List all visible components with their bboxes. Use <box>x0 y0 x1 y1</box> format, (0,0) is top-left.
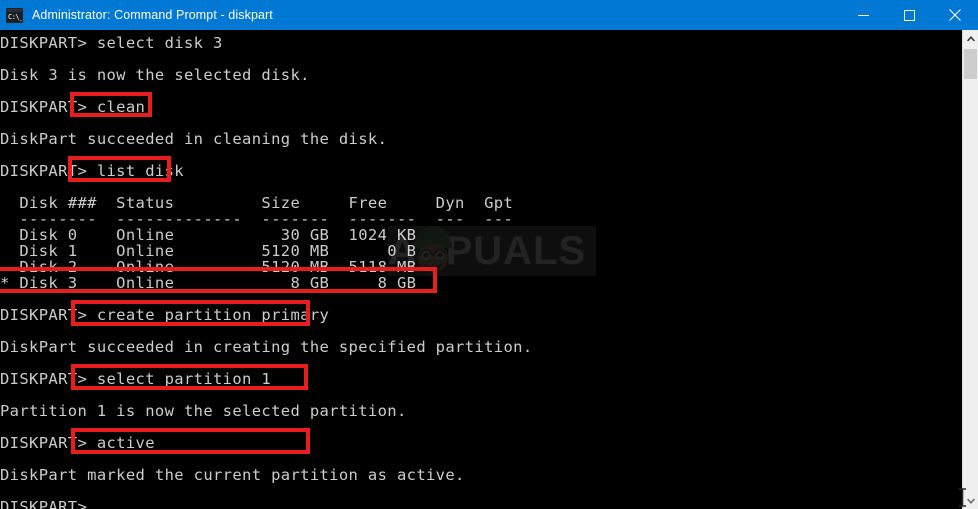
table-row-selected: * Disk 3 Online 8 GB 8 GB <box>0 274 417 292</box>
console-line: DISKPART> list disk <box>0 162 184 180</box>
close-button[interactable] <box>932 0 978 30</box>
console-prompt-line: DISKPART> <box>0 498 88 509</box>
scrollbar-thumb[interactable] <box>964 49 977 79</box>
command-prompt-window: C:\_ Administrator: Command Prompt - dis… <box>0 0 978 509</box>
console-line: DISKPART> clean <box>0 98 146 116</box>
chevron-down-icon <box>966 497 975 504</box>
console-line: DiskPart succeeded in cleaning the disk. <box>0 130 388 148</box>
scrollbar-up-button[interactable] <box>963 30 978 47</box>
console-line: Disk 3 is now the selected disk. <box>0 66 310 84</box>
console-line: DiskPart succeeded in creating the speci… <box>0 338 533 356</box>
title-bar[interactable]: C:\_ Administrator: Command Prompt - dis… <box>0 0 978 30</box>
window-title: Administrator: Command Prompt - diskpart <box>32 8 273 22</box>
console-line: DISKPART> select partition 1 <box>0 370 272 388</box>
chevron-up-icon <box>966 35 975 42</box>
console-line: DISKPART> create partition primary <box>0 306 330 324</box>
window-controls <box>840 0 978 30</box>
minimize-icon <box>857 14 869 16</box>
console-icon: C:\_ <box>6 7 23 23</box>
console-line: Partition 1 is now the selected partitio… <box>0 402 407 420</box>
console-line: DISKPART> active <box>0 434 155 452</box>
vertical-scrollbar[interactable] <box>962 30 978 509</box>
maximize-button[interactable] <box>886 0 932 30</box>
console-line: DISKPART> select disk 3 <box>0 34 223 52</box>
minimize-button[interactable] <box>840 0 886 30</box>
console-icon-prompt: C:\_ <box>7 11 22 22</box>
console-line: DiskPart marked the current partition as… <box>0 466 465 484</box>
close-icon <box>949 9 961 21</box>
maximize-icon <box>903 9 915 21</box>
scrollbar-down-button[interactable] <box>963 492 978 509</box>
console-output-area[interactable]: DISKPART> select disk 3 Disk 3 is now th… <box>0 30 962 509</box>
